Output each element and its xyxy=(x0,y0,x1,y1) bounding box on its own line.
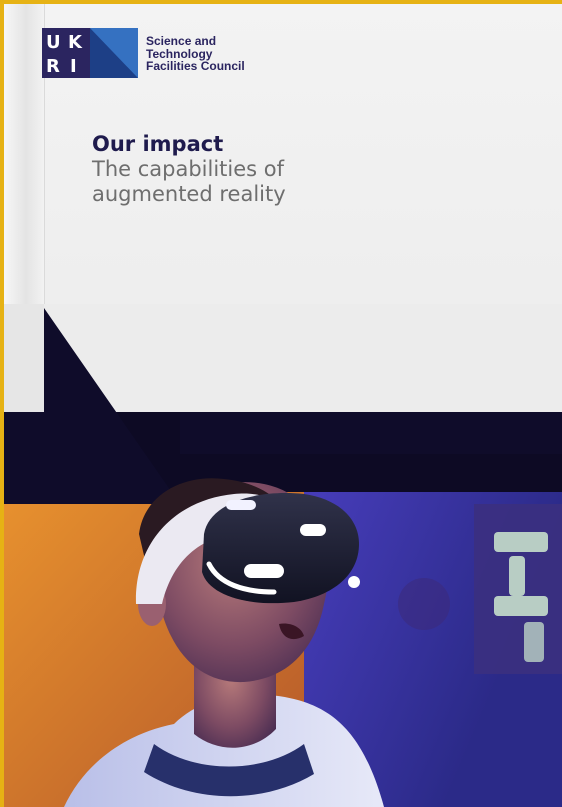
ukri-logo-mark: U K R I xyxy=(42,28,138,78)
logo-letter-k: K xyxy=(68,32,83,53)
logo-letter-r: R xyxy=(46,56,60,77)
logo-letter-u: U xyxy=(46,32,61,53)
cover-title-block: Our impact The capabilities of augmented… xyxy=(92,132,332,207)
council-name: Science and Technology Facilities Counci… xyxy=(146,35,245,73)
report-cover: U K R I Science and Technology Facilitie… xyxy=(4,4,562,807)
council-line-3: Facilities Council xyxy=(146,59,245,73)
cover-title: Our impact xyxy=(92,132,224,156)
logo-letter-i: I xyxy=(70,56,77,77)
ukri-stfc-logo: U K R I Science and Technology Facilitie… xyxy=(42,28,245,78)
cover-subtitle: The capabilities of augmented reality xyxy=(92,157,286,206)
council-line-1: Science and xyxy=(146,34,217,48)
cover-photo-vr-headset xyxy=(4,304,562,807)
